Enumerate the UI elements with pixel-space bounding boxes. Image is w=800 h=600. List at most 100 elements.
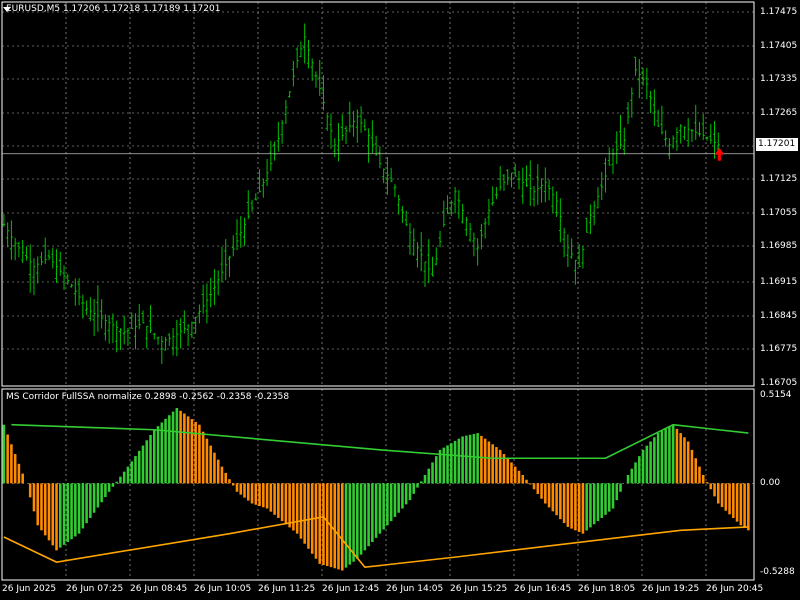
ohlc-bar [96,285,100,332]
chart-canvas[interactable] [0,0,800,600]
ohlc-bar [513,163,517,177]
ohlc-bar [149,305,153,334]
ohlc-bar [671,135,675,149]
ohlc-bar [476,238,480,266]
ohlc-bar [498,166,502,191]
ohlc-bar [197,304,201,324]
ohlc-bar [457,190,461,219]
ohlc-bar [453,186,457,214]
price-tick: 1.16915 [760,277,798,287]
ohlc-bar [397,194,401,215]
ohlc-bar [216,270,220,296]
ohlc-bar [130,312,134,329]
ohlc-bar [382,168,386,184]
ohlc-bar [660,105,664,135]
symbol-info-label: EURUSD,M5 1.17206 1.17218 1.17189 1.1720… [6,4,221,14]
ohlc-bar [333,138,337,158]
indicator-frame [1,388,755,581]
main-chart-frame [1,1,755,387]
ohlc-bar [303,23,307,64]
ohlc-bar [679,124,683,144]
ohlc-bar [36,256,40,284]
ohlc-bar [43,237,47,264]
ohlc-bar [145,326,149,349]
ohlc-bar [258,169,262,193]
ohlc-bar [472,232,476,257]
ohlc-bar [73,278,77,306]
ohlc-bar [536,164,540,205]
ohlc-bar [13,237,17,261]
time-tick: 26 Jun 15:25 [450,584,508,594]
ohlc-bar [682,126,686,140]
ohlc-bar [487,198,491,226]
ohlc-bar [622,127,626,155]
ohlc-bar [637,59,641,99]
ohlc-bar [479,223,483,250]
ohlc-bar [385,156,389,195]
ohlc-bar [92,299,96,336]
ohlc-bar [607,147,611,166]
ohlc-bar [528,160,532,206]
price-tick: 1.16705 [760,378,798,388]
time-tick: 26 Jun 12:45 [322,584,380,594]
ohlc-bar [656,109,660,127]
ohlc-bar [246,190,250,220]
ohlc-bar [585,217,589,233]
ohlc-bar [442,200,446,228]
time-tick: 26 Jun 2025 [2,584,57,594]
ohlc-bar [558,198,562,243]
ohlc-bar [521,167,525,204]
indicator-tick: 0.00 [760,478,781,488]
ohlc-bar [337,122,341,162]
ohlc-bar [325,112,329,131]
price-tick: 1.17055 [760,208,798,218]
ohlc-bar [509,172,513,188]
price-tick: 1.17265 [760,108,798,118]
ohlc-bar [686,118,690,147]
ohlc-bar [502,173,506,191]
ohlc-bar [603,157,607,193]
ohlc-bar [100,299,104,329]
ohlc-bar [118,328,122,351]
ohlc-bar [540,178,544,203]
ohlc-bar [235,219,239,251]
indicator-tick: -0.5288 [760,567,795,577]
ohlc-bar [494,186,498,200]
ohlc-bar [273,141,277,161]
ohlc-bar [111,313,115,344]
ohlc-bar [299,41,303,58]
ohlc-bar [175,319,179,357]
ohlc-bar [280,119,284,144]
indicator-title-label: MS Corridor FullSSA normalize 0.2898 -0.… [6,392,290,402]
ohlc-bar [194,316,198,334]
time-tick: 26 Jun 07:25 [66,584,124,594]
ohlc-bar [547,179,551,201]
ohlc-bar [295,47,299,69]
ohlc-bar [318,60,322,96]
price-tick: 1.16775 [760,344,798,354]
ohlc-bar [611,148,615,175]
ohlc-bar [126,327,130,347]
price-tick: 1.17475 [760,7,798,17]
ohlc-bar [85,300,89,316]
ohlc-bar [615,131,619,164]
ohlc-bar [697,122,701,137]
ohlc-bar [81,294,85,319]
ohlc-bar [483,218,487,239]
ohlc-bar [164,336,168,351]
time-tick: 26 Jun 20:45 [706,584,764,594]
ohlc-bar [66,273,70,285]
ohlc-bar [284,99,288,124]
ohlc-bar [107,315,111,344]
ohlc-bar [156,336,160,345]
indicator-tick: 0.5154 [760,390,792,400]
ohlc-bar [701,113,705,141]
ohlc-bar [570,238,574,259]
ohlc-bar [62,265,66,291]
ohlc-bar [645,67,649,100]
ohlc-bar [310,58,314,81]
ohlc-bar [291,60,295,87]
ohlc-bar [419,232,423,272]
ohlc-bar [243,217,247,246]
price-tick: 1.17335 [760,74,798,84]
